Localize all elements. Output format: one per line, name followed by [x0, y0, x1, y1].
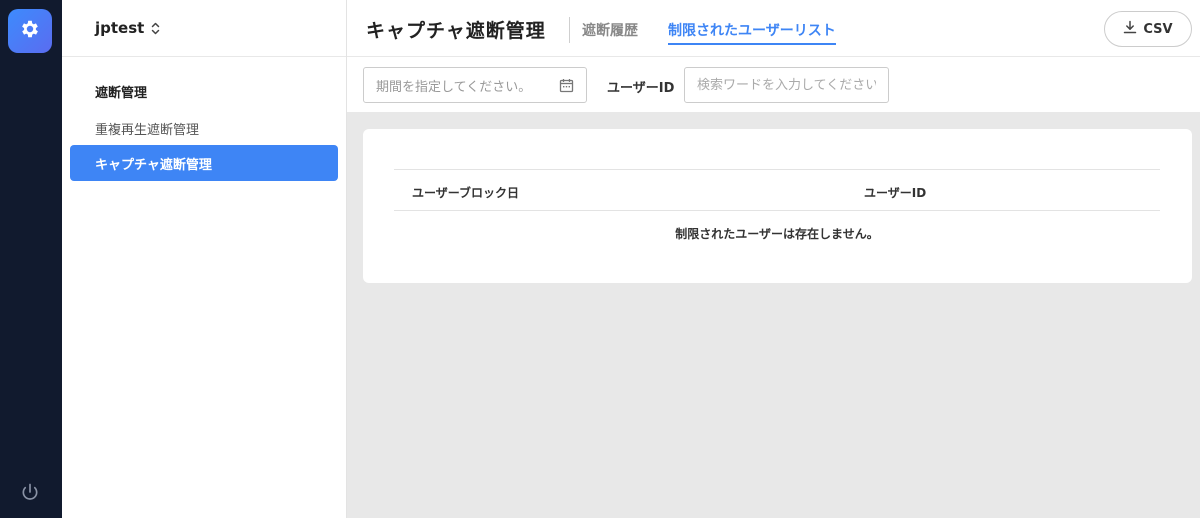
user-id-label: ユーザーID — [607, 81, 675, 96]
restricted-users-table: ユーザーブロック日 ユーザーID 制限されたユーザーは存在しません。 — [394, 169, 1160, 242]
sidebar: jptest 遮断管理 重複再生遮断管理 キャプチャ遮断管理 — [62, 0, 347, 518]
icon-rail — [0, 0, 62, 518]
workspace-switcher[interactable]: jptest — [95, 19, 160, 37]
power-button[interactable] — [18, 482, 42, 506]
settings-app-button[interactable] — [8, 9, 52, 53]
column-header-user-id: ユーザーID — [864, 186, 927, 200]
sidebar-item-label: キャプチャ遮断管理 — [95, 157, 212, 173]
date-placeholder: 期間を指定してください。 — [376, 79, 532, 95]
tab-restricted-users[interactable]: 制限されたユーザーリスト — [668, 20, 836, 45]
download-icon — [1123, 20, 1137, 38]
sidebar-item-capture-block[interactable]: キャプチャ遮断管理 — [70, 145, 338, 181]
date-range-picker[interactable]: 期間を指定してください。 — [363, 67, 587, 103]
nav-group-title: 遮断管理 — [95, 86, 148, 101]
page-header: キャプチャ遮断管理 遮断履歴 制限されたユーザーリスト CSV — [347, 0, 1200, 57]
sidebar-item-label: 重複再生遮断管理 — [95, 122, 200, 138]
workspace-name: jptest — [95, 19, 145, 37]
page-title: キャプチャ遮断管理 — [366, 20, 546, 42]
sidebar-item-duplicate-playback-block[interactable]: 重複再生遮断管理 — [70, 110, 338, 146]
csv-button-label: CSV — [1143, 21, 1173, 37]
csv-download-button[interactable]: CSV — [1104, 11, 1192, 47]
updown-chevron-icon — [151, 22, 160, 35]
empty-state-message: 制限されたユーザーは存在しません。 — [675, 227, 879, 241]
results-card: ユーザーブロック日 ユーザーID 制限されたユーザーは存在しません。 — [363, 129, 1192, 283]
table-header: ユーザーブロック日 ユーザーID — [394, 169, 1160, 211]
filter-bar: 期間を指定してください。 ユーザーID — [347, 57, 1200, 112]
gear-icon — [19, 18, 41, 44]
calendar-icon — [559, 78, 574, 97]
power-icon — [20, 482, 40, 506]
search-input[interactable] — [684, 67, 889, 103]
title-divider — [569, 17, 570, 43]
tab-block-history[interactable]: 遮断履歴 — [582, 20, 638, 40]
main-content: キャプチャ遮断管理 遮断履歴 制限されたユーザーリスト CSV 期間を指定してく… — [347, 0, 1200, 518]
sidebar-header: jptest — [62, 0, 346, 57]
column-header-block-date: ユーザーブロック日 — [412, 186, 520, 200]
